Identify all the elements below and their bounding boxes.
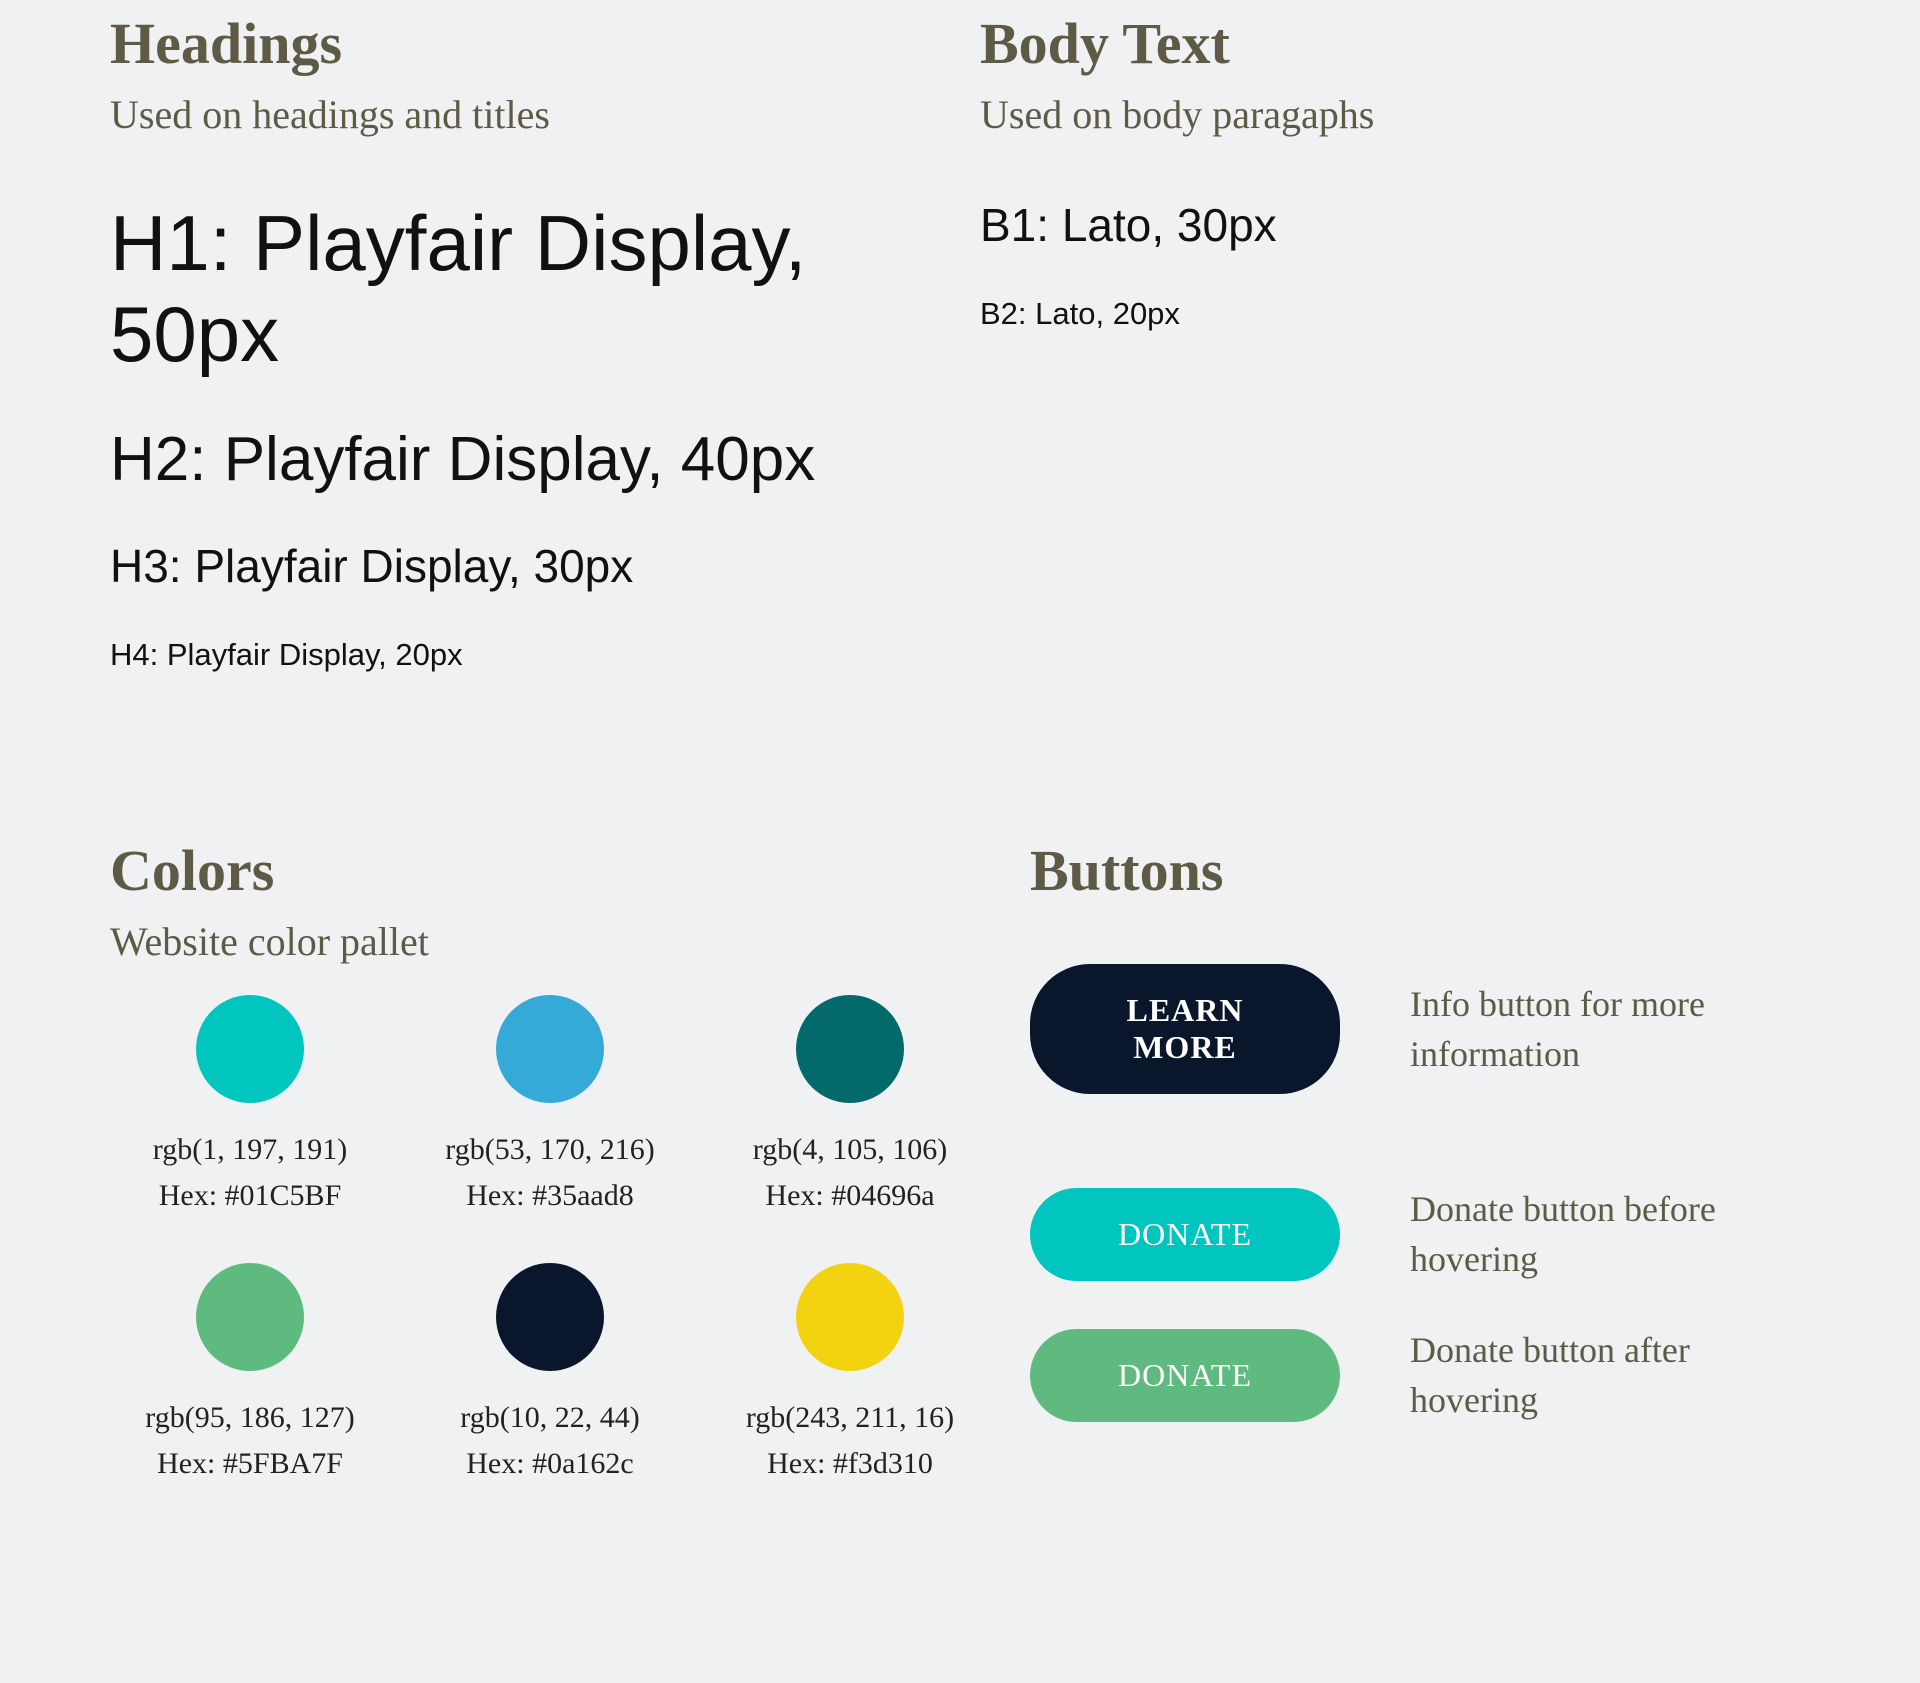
- swatch-rgb-label: rgb(243, 211, 16): [710, 1401, 990, 1435]
- button-description: Info button for more information: [1410, 979, 1810, 1080]
- body-text-subtitle: Used on body paragaphs: [980, 91, 1810, 138]
- heading-sample-h2: H2: Playfair Display, 40px: [110, 424, 940, 495]
- color-swatch: rgb(53, 170, 216) Hex: #35aad8: [410, 995, 690, 1213]
- swatch-rgb-label: rgb(1, 197, 191): [110, 1133, 390, 1167]
- button-demo-row: LEARN MORE Info button for more informati…: [1030, 964, 1810, 1094]
- body-sample-b2: B2: Lato, 20px: [980, 296, 1810, 332]
- button-demo-row: DONATE Donate button before hovering: [1030, 1184, 1810, 1285]
- color-swatch: rgb(95, 186, 127) Hex: #5FBA7F: [110, 1263, 390, 1481]
- swatch-circle: [196, 995, 304, 1103]
- heading-sample-h4: H4: Playfair Display, 20px: [110, 637, 940, 673]
- donate-button[interactable]: DONATE: [1030, 1188, 1340, 1281]
- swatch-hex-label: Hex: #01C5BF: [110, 1179, 390, 1213]
- button-demo-row: DONATE Donate button after hovering: [1030, 1325, 1810, 1426]
- button-list: LEARN MORE Info button for more informati…: [1030, 964, 1810, 1426]
- headings-column: Headings Used on headings and titles H1:…: [110, 10, 940, 717]
- button-description: Donate button before hovering: [1410, 1184, 1810, 1285]
- colors-column: Colors Website color pallet rgb(1, 197, …: [110, 837, 990, 1481]
- swatch-hex-label: Hex: #0a162c: [410, 1447, 690, 1481]
- color-swatch: rgb(10, 22, 44) Hex: #0a162c: [410, 1263, 690, 1481]
- button-description: Donate button after hovering: [1410, 1325, 1810, 1426]
- body-text-column: Body Text Used on body paragaphs B1: Lat…: [940, 10, 1810, 717]
- body-sample-b1: B1: Lato, 30px: [980, 198, 1810, 252]
- swatch-rgb-label: rgb(95, 186, 127): [110, 1401, 390, 1435]
- colors-buttons-row: Colors Website color pallet rgb(1, 197, …: [110, 837, 1810, 1481]
- swatch-circle: [796, 995, 904, 1103]
- swatch-hex-label: Hex: #f3d310: [710, 1447, 990, 1481]
- swatch-circle: [196, 1263, 304, 1371]
- swatch-circle: [796, 1263, 904, 1371]
- swatch-rgb-label: rgb(4, 105, 106): [710, 1133, 990, 1167]
- buttons-title: Buttons: [1030, 837, 1810, 904]
- swatch-hex-label: Hex: #5FBA7F: [110, 1447, 390, 1481]
- typography-row: Headings Used on headings and titles H1:…: [110, 10, 1810, 717]
- swatch-circle: [496, 995, 604, 1103]
- buttons-column: Buttons LEARN MORE Info button for more i…: [990, 837, 1810, 1481]
- swatch-hex-label: Hex: #04696a: [710, 1179, 990, 1213]
- swatch-grid: rgb(1, 197, 191) Hex: #01C5BF rgb(53, 170,…: [110, 995, 990, 1481]
- donate-button-hover[interactable]: DONATE: [1030, 1329, 1340, 1422]
- color-swatch: rgb(1, 197, 191) Hex: #01C5BF: [110, 995, 390, 1213]
- colors-title: Colors: [110, 837, 990, 904]
- swatch-rgb-label: rgb(10, 22, 44): [410, 1401, 690, 1435]
- swatch-circle: [496, 1263, 604, 1371]
- headings-subtitle: Used on headings and titles: [110, 91, 940, 138]
- learn-more-button[interactable]: LEARN MORE: [1030, 964, 1340, 1094]
- colors-subtitle: Website color pallet: [110, 918, 990, 965]
- swatch-rgb-label: rgb(53, 170, 216): [410, 1133, 690, 1167]
- body-text-title: Body Text: [980, 10, 1810, 77]
- color-swatch: rgb(4, 105, 106) Hex: #04696a: [710, 995, 990, 1213]
- swatch-hex-label: Hex: #35aad8: [410, 1179, 690, 1213]
- headings-title: Headings: [110, 10, 940, 77]
- heading-sample-h3: H3: Playfair Display, 30px: [110, 539, 940, 593]
- color-swatch: rgb(243, 211, 16) Hex: #f3d310: [710, 1263, 990, 1481]
- heading-sample-h1: H1: Playfair Display, 50px: [110, 198, 940, 380]
